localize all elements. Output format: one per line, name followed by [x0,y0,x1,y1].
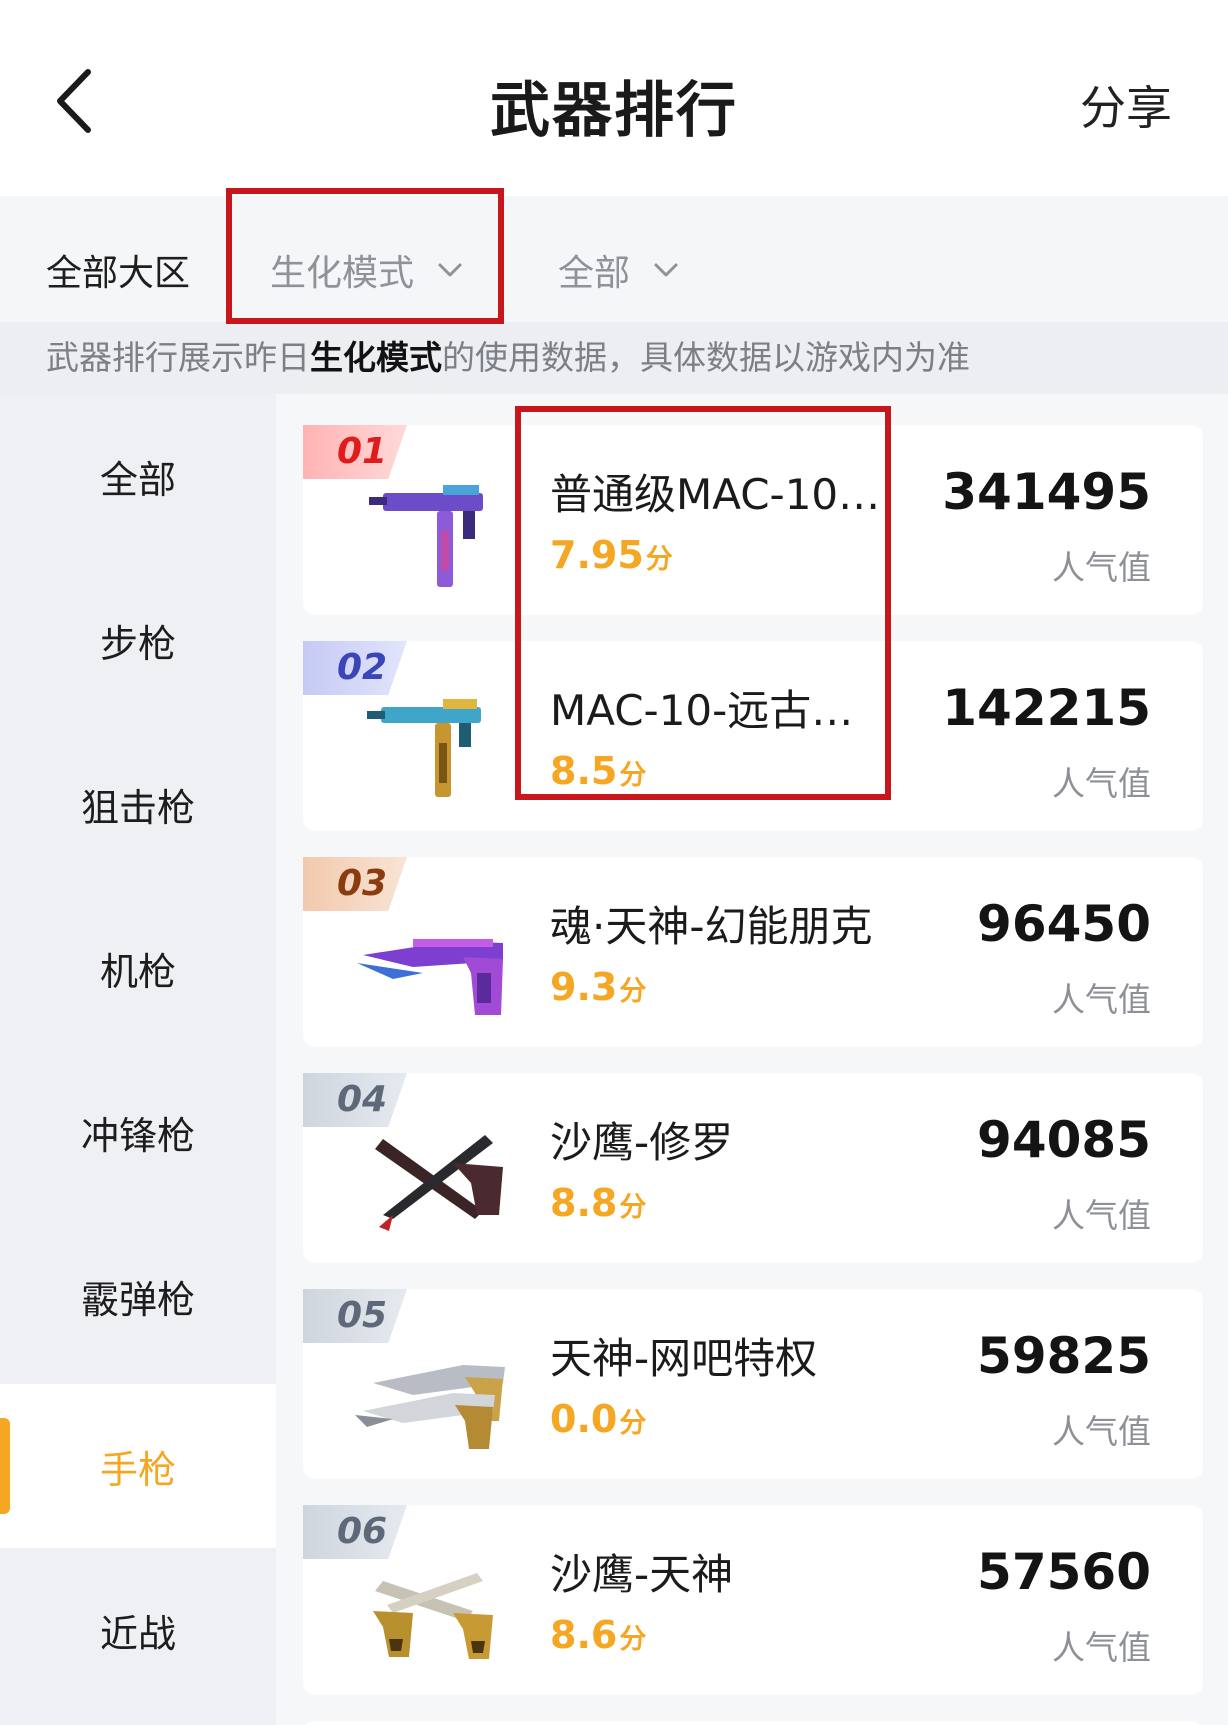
list-item[interactable] [303,1721,1203,1725]
score-value: 8.8 [550,1181,618,1225]
sidebar-item-label: 霰弹枪 [80,1277,195,1322]
weapon-name: 天神-网吧特权 [550,1334,818,1383]
notice-suffix: 的使用数据，具体数据以游戏内为准 [442,338,970,377]
weapon-name: 魂·天神-幻能朋克 [550,902,873,951]
sidebar-item-label: 狙击枪 [80,785,195,830]
score-value: 8.5 [550,749,618,793]
sidebar-item-label: 步枪 [99,621,176,666]
sidebar-item-shotgun[interactable]: 霰弹枪 [0,1214,276,1378]
sidebar-item-all[interactable]: 全部 [0,394,276,558]
popularity-value: 341495 [942,463,1151,521]
list-item[interactable]: 02 MAC-10-远古… 8.5分 142215 人气值 [303,641,1203,831]
weapon-name: 普通级MAC-10… [550,470,880,519]
mac10-gold-icon [367,699,481,797]
sidebar-item-sniper[interactable]: 狙击枪 [0,722,276,886]
list-item[interactable]: 06 沙鹰-天神 8.6分 57560 人气值 [303,1505,1203,1695]
notice-text: 武器排行展示昨日生化模式的使用数据，具体数据以游戏内为准 [0,322,1228,394]
sidebar-item-melee[interactable]: 近战 [0,1548,276,1712]
desert-eagle-dark-icon [375,1135,503,1231]
chevron-down-icon [654,263,678,277]
popularity-label: 人气值 [1052,980,1151,1019]
filter-bar: 全部大区 生化模式 全部 [0,196,1228,322]
chevron-down-icon [438,263,462,277]
list-item[interactable]: 03 魂·天神-幻能朋克 9.3分 96450 人气值 [303,857,1203,1047]
list-item[interactable]: 04 沙鹰-修罗 8.8分 94085 人气值 [303,1073,1203,1263]
sidebar-item-label: 机枪 [99,949,176,994]
scope-filter-label: 全部 [558,253,631,294]
weapon-name: MAC-10-远古… [550,686,854,735]
notice-prefix: 武器排行展示昨日 [46,338,310,377]
mode-filter-label: 生化模式 [270,253,415,294]
score-unit: 分 [645,544,673,575]
score-unit: 分 [619,976,647,1007]
score-unit: 分 [619,1408,647,1439]
sidebar-item-smg[interactable]: 冲锋枪 [0,1050,276,1214]
mode-filter[interactable]: 生化模式 [270,244,464,296]
score-value: 7.95 [550,533,644,577]
region-filter-label: 全部大区 [46,253,191,294]
ranking-list: 01 普通级MAC-10… 7.95分 341495 人气值 02 MAC-10… [276,394,1228,1725]
popularity-value: 96450 [977,895,1151,953]
sidebar-item-label: 冲锋枪 [80,1113,195,1158]
desert-eagle-purple-icon [357,939,503,1015]
dual-pistol-gold-icon [373,1573,493,1659]
score-unit: 分 [619,1624,647,1655]
weapon-score: 8.5分 [550,749,646,793]
popularity-value: 142215 [942,679,1151,737]
active-indicator [0,1418,10,1514]
notice-highlight: 生化模式 [310,338,442,377]
weapon-name: 沙鹰-天神 [550,1550,734,1599]
popularity-value: 57560 [977,1543,1151,1601]
popularity-value: 59825 [977,1327,1151,1385]
sidebar-item-label: 全部 [99,457,176,502]
sidebar-item-pistol[interactable]: 手枪 [0,1384,276,1548]
sidebar-item-label: 手枪 [99,1447,176,1492]
score-value: 8.6 [550,1613,618,1657]
category-sidebar: 全部 步枪 狙击枪 机枪 冲锋枪 霰弹枪 手枪 近战 [0,394,276,1725]
top-bar: 武器排行 分享 [0,0,1228,196]
weapon-score: 9.3分 [550,965,646,1009]
popularity-value: 94085 [977,1111,1151,1169]
sidebar-item-label: 近战 [99,1611,176,1656]
popularity-label: 人气值 [1052,1628,1151,1667]
popularity-label: 人气值 [1052,548,1151,587]
popularity-label: 人气值 [1052,764,1151,803]
popularity-label: 人气值 [1052,1412,1151,1451]
weapon-score: 0.0分 [550,1397,646,1441]
scope-filter[interactable]: 全部 [558,244,680,296]
weapon-score: 8.6分 [550,1613,646,1657]
popularity-label: 人气值 [1052,1196,1151,1235]
list-item[interactable]: 05 天神-网吧特权 0.0分 59825 人气值 [303,1289,1203,1479]
region-filter[interactable]: 全部大区 [46,244,190,296]
mac10-purple-icon [369,485,483,587]
weapon-score: 8.8分 [550,1181,646,1225]
sidebar-item-rifle[interactable]: 步枪 [0,558,276,722]
score-value: 9.3 [550,965,618,1009]
weapon-score: 7.95分 [550,533,673,577]
list-item[interactable]: 01 普通级MAC-10… 7.95分 341495 人气值 [303,425,1203,615]
weapon-name: 沙鹰-修罗 [550,1118,734,1167]
score-value: 0.0 [550,1397,618,1441]
dual-pistol-silver-icon [355,1365,505,1449]
share-button[interactable]: 分享 [1080,72,1172,138]
score-unit: 分 [619,1192,647,1223]
page-title: 武器排行 [490,76,738,146]
score-unit: 分 [619,760,647,791]
sidebar-item-machine-gun[interactable]: 机枪 [0,886,276,1050]
